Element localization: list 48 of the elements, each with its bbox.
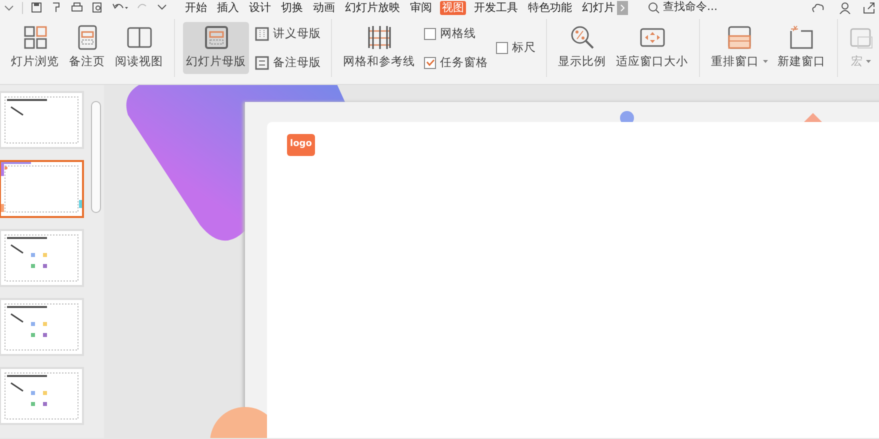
- menu-tab[interactable]: 开发工具: [472, 0, 520, 14]
- ribbon-button[interactable]: 灯片浏览: [8, 22, 62, 74]
- handout-icon: [255, 26, 269, 40]
- save-icon[interactable]: [31, 2, 42, 13]
- checkbox-label[interactable]: 任务窗格: [440, 54, 488, 72]
- checkbox[interactable]: [496, 42, 508, 54]
- ribbon-button[interactable]: 备注页: [66, 22, 108, 74]
- menu-tab[interactable]: 特色功能: [526, 0, 574, 14]
- menu-tab[interactable]: 审阅: [408, 0, 434, 14]
- menu-tab[interactable]: 幻灯片放映: [343, 0, 402, 14]
- new-window-icon: [789, 25, 814, 50]
- ribbon-button[interactable]: 备注母版: [253, 52, 323, 72]
- grid-icon: [22, 25, 48, 50]
- checkbox[interactable]: [424, 56, 436, 68]
- print-icon[interactable]: [71, 2, 83, 13]
- menu-tab[interactable]: 切换: [279, 0, 305, 14]
- checkbox-label[interactable]: 标尺: [512, 39, 536, 57]
- menu-tab[interactable]: 设计: [247, 0, 273, 14]
- ribbon-button[interactable]: 重排窗口: [708, 22, 771, 74]
- search-field[interactable]: 查找命令...: [648, 0, 718, 15]
- share-icon[interactable]: [863, 2, 875, 14]
- chevron-right-icon: [620, 4, 626, 12]
- notes-icon: [255, 56, 269, 70]
- menu-tab[interactable]: 插入: [215, 0, 241, 14]
- ribbon-button[interactable]: 显示比例: [555, 22, 609, 74]
- logo-badge: logo: [287, 134, 315, 156]
- book-icon: [126, 25, 152, 50]
- slide-thumbnail[interactable]: [0, 160, 84, 218]
- ribbon-button[interactable]: 网格和参考线: [340, 22, 418, 74]
- ribbon-button[interactable]: 幻灯片母版: [183, 22, 249, 74]
- ribbon-button[interactable]: 新建窗口: [774, 22, 829, 74]
- ribbon-button[interactable]: 阅读视图: [112, 22, 166, 74]
- slide-master-icon: [204, 25, 228, 50]
- user-icon[interactable]: [839, 2, 851, 14]
- chevron-down-icon[interactable]: [4, 4, 14, 10]
- ribbon-button[interactable]: 适应窗口大小: [613, 22, 691, 74]
- zoom-icon: [570, 25, 594, 50]
- menu-tab[interactable]: 开始: [183, 0, 209, 14]
- preview-icon[interactable]: [92, 2, 103, 13]
- grid-lines-icon: [366, 25, 392, 50]
- checkbox-label[interactable]: 网格线: [440, 24, 476, 42]
- scrollbar-thumb[interactable]: [91, 101, 101, 213]
- arrange-icon: [726, 25, 752, 50]
- menu-tab[interactable]: 幻灯片: [580, 0, 617, 14]
- menu-tab[interactable]: 动画: [311, 0, 337, 14]
- ribbon-button[interactable]: 讲义母版: [253, 24, 323, 44]
- checkbox[interactable]: [424, 28, 436, 40]
- search-icon[interactable]: [648, 2, 660, 14]
